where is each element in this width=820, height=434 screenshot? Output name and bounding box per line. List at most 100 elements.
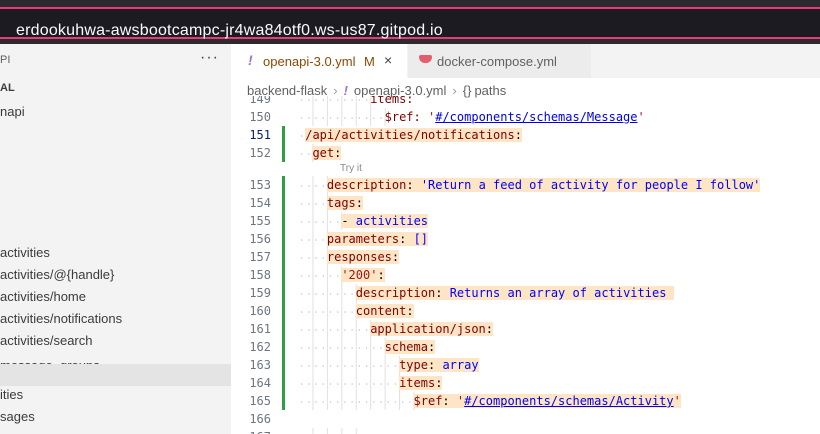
- code-line: 164 items:: [231, 374, 820, 392]
- git-added-marker: [282, 284, 285, 302]
- indent-guides: [298, 320, 374, 338]
- line-number: 160: [249, 304, 271, 318]
- code-text: parameters: []: [326, 232, 429, 246]
- git-added-marker: [282, 176, 285, 194]
- git-added-marker: [282, 302, 285, 320]
- code-line: 154 tags:: [231, 194, 820, 212]
- sidebar-route-item[interactable]: activities/home: [0, 289, 86, 304]
- line-number: 150: [249, 110, 271, 124]
- code-text: get:: [312, 146, 342, 160]
- code-line: 153 description: 'Return a feed of activi…: [231, 176, 820, 194]
- line-number: 149: [249, 96, 271, 106]
- indent-guides: [298, 374, 403, 392]
- line-number: 154: [249, 196, 271, 210]
- code-line: 160 content:: [231, 302, 820, 320]
- sidebar-section-title[interactable]: AL: [0, 82, 15, 94]
- git-added-marker: [282, 320, 285, 338]
- code-text: content:: [355, 304, 414, 318]
- code-text: schema:: [384, 340, 436, 354]
- indent-guides: [298, 212, 345, 230]
- url-text: erdookuhwa-awsbootcampc-jr4wa84otf0.ws-u…: [16, 22, 443, 39]
- codelens-try-it[interactable]: Try it: [340, 163, 362, 174]
- git-added-marker: [282, 374, 285, 392]
- git-added-marker: [282, 338, 285, 356]
- indent-guides: [298, 302, 360, 320]
- sidebar-route-item[interactable]: activities/search: [0, 333, 92, 348]
- code-line: 156 parameters: []: [231, 230, 820, 248]
- line-number: 159: [249, 286, 271, 300]
- code-text: $ref: '#/components/schemas/Activity': [413, 394, 681, 408]
- tab-docker-compose[interactable]: docker-compose.yml: [408, 44, 591, 78]
- sidebar-route-item[interactable]: activities: [0, 245, 50, 260]
- code-text: application/json:: [370, 322, 494, 336]
- git-added-marker: [282, 126, 285, 144]
- editor-tab-bar: ! openapi-3.0.yml M × docker-compose.yml: [231, 44, 820, 78]
- line-number: 157: [249, 250, 271, 264]
- sidebar-item-openapi[interactable]: napi: [0, 104, 25, 119]
- code-line: 165 $ref: '#/components/schemas/Activity': [231, 392, 820, 410]
- git-added-marker: [282, 248, 285, 266]
- line-number: 153: [249, 178, 271, 192]
- sidebar-header: PI: [0, 54, 11, 66]
- code-text: .: [356, 428, 363, 434]
- code-line: 150 $ref: '#/components/schemas/Message': [231, 108, 820, 126]
- line-number: 155: [249, 214, 271, 228]
- url-field[interactable]: erdookuhwa-awsbootcampc-jr4wa84otf0.ws-u…: [0, 7, 820, 39]
- code-text: /api/activities/notifications:: [305, 128, 522, 142]
- code-text: items:: [399, 376, 443, 390]
- code-line: 149 items:: [231, 96, 820, 108]
- indent-guides: [298, 108, 389, 126]
- code-line: 155 - activities: [231, 212, 820, 230]
- sidebar-item[interactable]: ities: [0, 387, 23, 402]
- line-number: 161: [249, 322, 271, 336]
- line-number: 151: [249, 128, 271, 142]
- code-text: '200':: [341, 268, 385, 282]
- code-line: 157 responses:: [231, 248, 820, 266]
- code-text: description: Returns an array of activit…: [355, 286, 674, 300]
- git-added-marker: [282, 392, 285, 410]
- yaml-file-icon: !: [248, 52, 253, 68]
- git-added-marker: [282, 194, 285, 212]
- git-added-marker: [282, 144, 285, 162]
- code-editor[interactable]: 149 items: 150 $ref: '#/components/schemas/…: [231, 96, 820, 434]
- indent-guides: [298, 428, 360, 434]
- line-number: 167: [231, 428, 271, 434]
- tab-label: openapi-3.0.yml: [263, 54, 356, 69]
- code-text: items:: [370, 96, 414, 106]
- line-number: 163: [249, 358, 271, 372]
- code-text: - activities: [341, 214, 429, 228]
- code-line: 166: [231, 410, 820, 428]
- indent-guides: [298, 96, 374, 108]
- sidebar-item[interactable]: sages: [0, 409, 35, 424]
- line-number: 152: [249, 146, 271, 160]
- git-added-marker: [282, 230, 285, 248]
- git-added-marker: [282, 212, 285, 230]
- code-line: 161 application/json:: [231, 320, 820, 338]
- line-number: 166: [249, 412, 271, 426]
- code-line: 151/api/activities/notifications:: [231, 126, 820, 144]
- code-text: tags:: [326, 196, 364, 210]
- code-line: 158 '200':: [231, 266, 820, 284]
- line-number: 156: [249, 232, 271, 246]
- close-icon[interactable]: ×: [384, 52, 392, 68]
- sidebar-route-item[interactable]: activities/@{handle}: [0, 267, 114, 282]
- code-line: 152 get:: [231, 144, 820, 162]
- git-added-marker: [282, 356, 285, 374]
- code-line: 167.: [231, 428, 820, 434]
- editor-area: ! openapi-3.0.yml M × docker-compose.yml…: [231, 44, 820, 434]
- code-line: 159 description: Returns an array of acti…: [231, 284, 820, 302]
- code-text: responses:: [326, 250, 400, 264]
- line-number: 165: [249, 394, 271, 408]
- tab-label: docker-compose.yml: [437, 54, 557, 69]
- explorer-sidebar: PI ··· AL napi activities activities/@{ha…: [0, 44, 231, 434]
- code-text: $ref: '#/components/schemas/Message': [384, 110, 645, 124]
- ellipsis-icon[interactable]: ···: [200, 49, 219, 67]
- indent-guides: [298, 266, 345, 284]
- line-number: 158: [249, 268, 271, 282]
- code-line: 163 type: array: [231, 356, 820, 374]
- code-text: type: array: [399, 358, 479, 372]
- sidebar-route-item[interactable]: activities/notifications: [0, 311, 122, 326]
- indent-guides: [298, 338, 389, 356]
- tab-openapi[interactable]: ! openapi-3.0.yml M ×: [231, 44, 407, 78]
- sidebar-divider: [0, 364, 231, 386]
